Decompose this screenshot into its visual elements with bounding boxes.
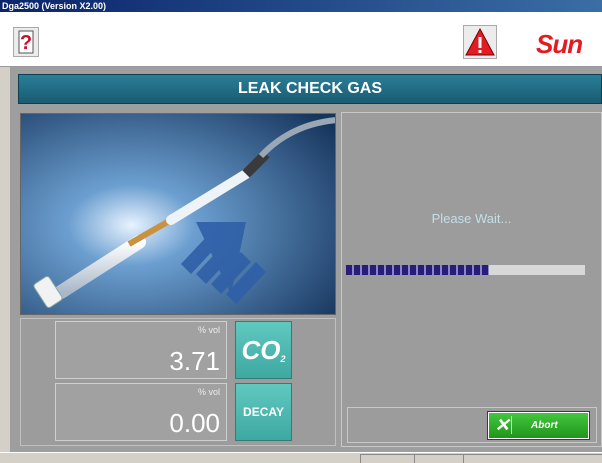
- decay-unit: % vol: [197, 387, 220, 397]
- help-question-icon: ?: [18, 30, 34, 54]
- progress-bar: [346, 265, 585, 275]
- help-button[interactable]: ?: [13, 27, 39, 57]
- svg-text:?: ?: [20, 32, 32, 54]
- co2-gas-label: CO: [241, 335, 281, 365]
- status-message: Please Wait...: [431, 211, 512, 226]
- warning-triangle-icon: [465, 27, 495, 56]
- decay-badge: DECAY: [235, 383, 292, 441]
- window-title: Dga2500 (Version X2.00): [0, 0, 602, 12]
- co2-gas-badge: CO2: [235, 321, 292, 379]
- brand-logo-text: Sun: [536, 32, 583, 56]
- page-title: LEAK CHECK GAS: [18, 74, 602, 104]
- co2-unit: % vol: [197, 325, 220, 335]
- warning-button[interactable]: [463, 25, 497, 59]
- abort-button[interactable]: ✕ Abort: [487, 411, 590, 440]
- abort-label: Abort: [531, 420, 558, 431]
- status-bar: [0, 452, 602, 463]
- toolbar: ? Sun: [0, 12, 602, 67]
- decay-readout: % vol 0.00: [55, 383, 227, 441]
- leak-check-image: [20, 113, 336, 315]
- decay-value: 0.00: [169, 408, 220, 438]
- co2-value: 3.71: [169, 346, 220, 376]
- co2-readout: % vol 3.71: [55, 321, 227, 379]
- decay-label: DECAY: [243, 405, 284, 419]
- co2-gas-subscript: 2: [280, 354, 286, 364]
- brand-logo: Sun: [536, 32, 602, 56]
- progress-bar-fill: [346, 265, 490, 275]
- close-x-icon: ✕: [493, 416, 512, 434]
- status-panel: Please Wait...: [341, 112, 602, 447]
